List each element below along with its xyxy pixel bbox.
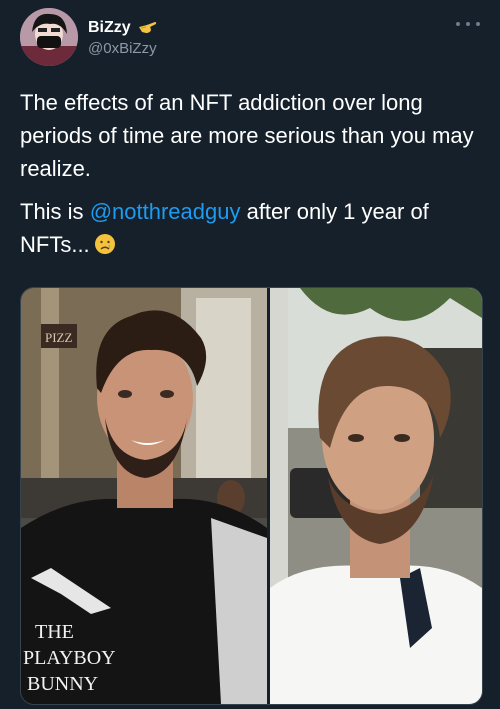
mention-link[interactable]: @notthreadguy (90, 199, 241, 224)
photo-left[interactable]: PIZZ THE PLAYBOY BUNNY (21, 288, 267, 704)
display-name[interactable]: BiZzy (88, 19, 131, 37)
tweet-header: BiZzy @0xBiZzy (20, 4, 480, 72)
avatar[interactable] (20, 8, 78, 66)
photo-right[interactable] (270, 288, 482, 704)
shirt-text-line-1: THE (35, 621, 74, 643)
shirt-text-line-2: PLAYBOY (23, 647, 116, 669)
shirt-text-line-3: BUNNY (27, 673, 98, 695)
avatar-image (20, 8, 78, 66)
tweet-media[interactable]: PIZZ THE PLAYBOY BUNNY (20, 287, 483, 705)
name-row: BiZzy (88, 18, 157, 38)
pointing-hand-emoji-icon (138, 22, 156, 33)
tweet-paragraph-2: This is @notthreadguy after only 1 year … (20, 195, 480, 261)
tweet-paragraph-1: The effects of an NFT addiction over lon… (20, 90, 474, 181)
sign-text: PIZZ (45, 330, 73, 345)
more-options-icon[interactable] (456, 18, 480, 30)
tweet-text: The effects of an NFT addiction over lon… (20, 86, 480, 271)
crying-face-emoji-icon (94, 234, 115, 254)
user-handle[interactable]: @0xBiZzy (88, 40, 157, 57)
tweet-text-prefix: This is (20, 199, 90, 224)
